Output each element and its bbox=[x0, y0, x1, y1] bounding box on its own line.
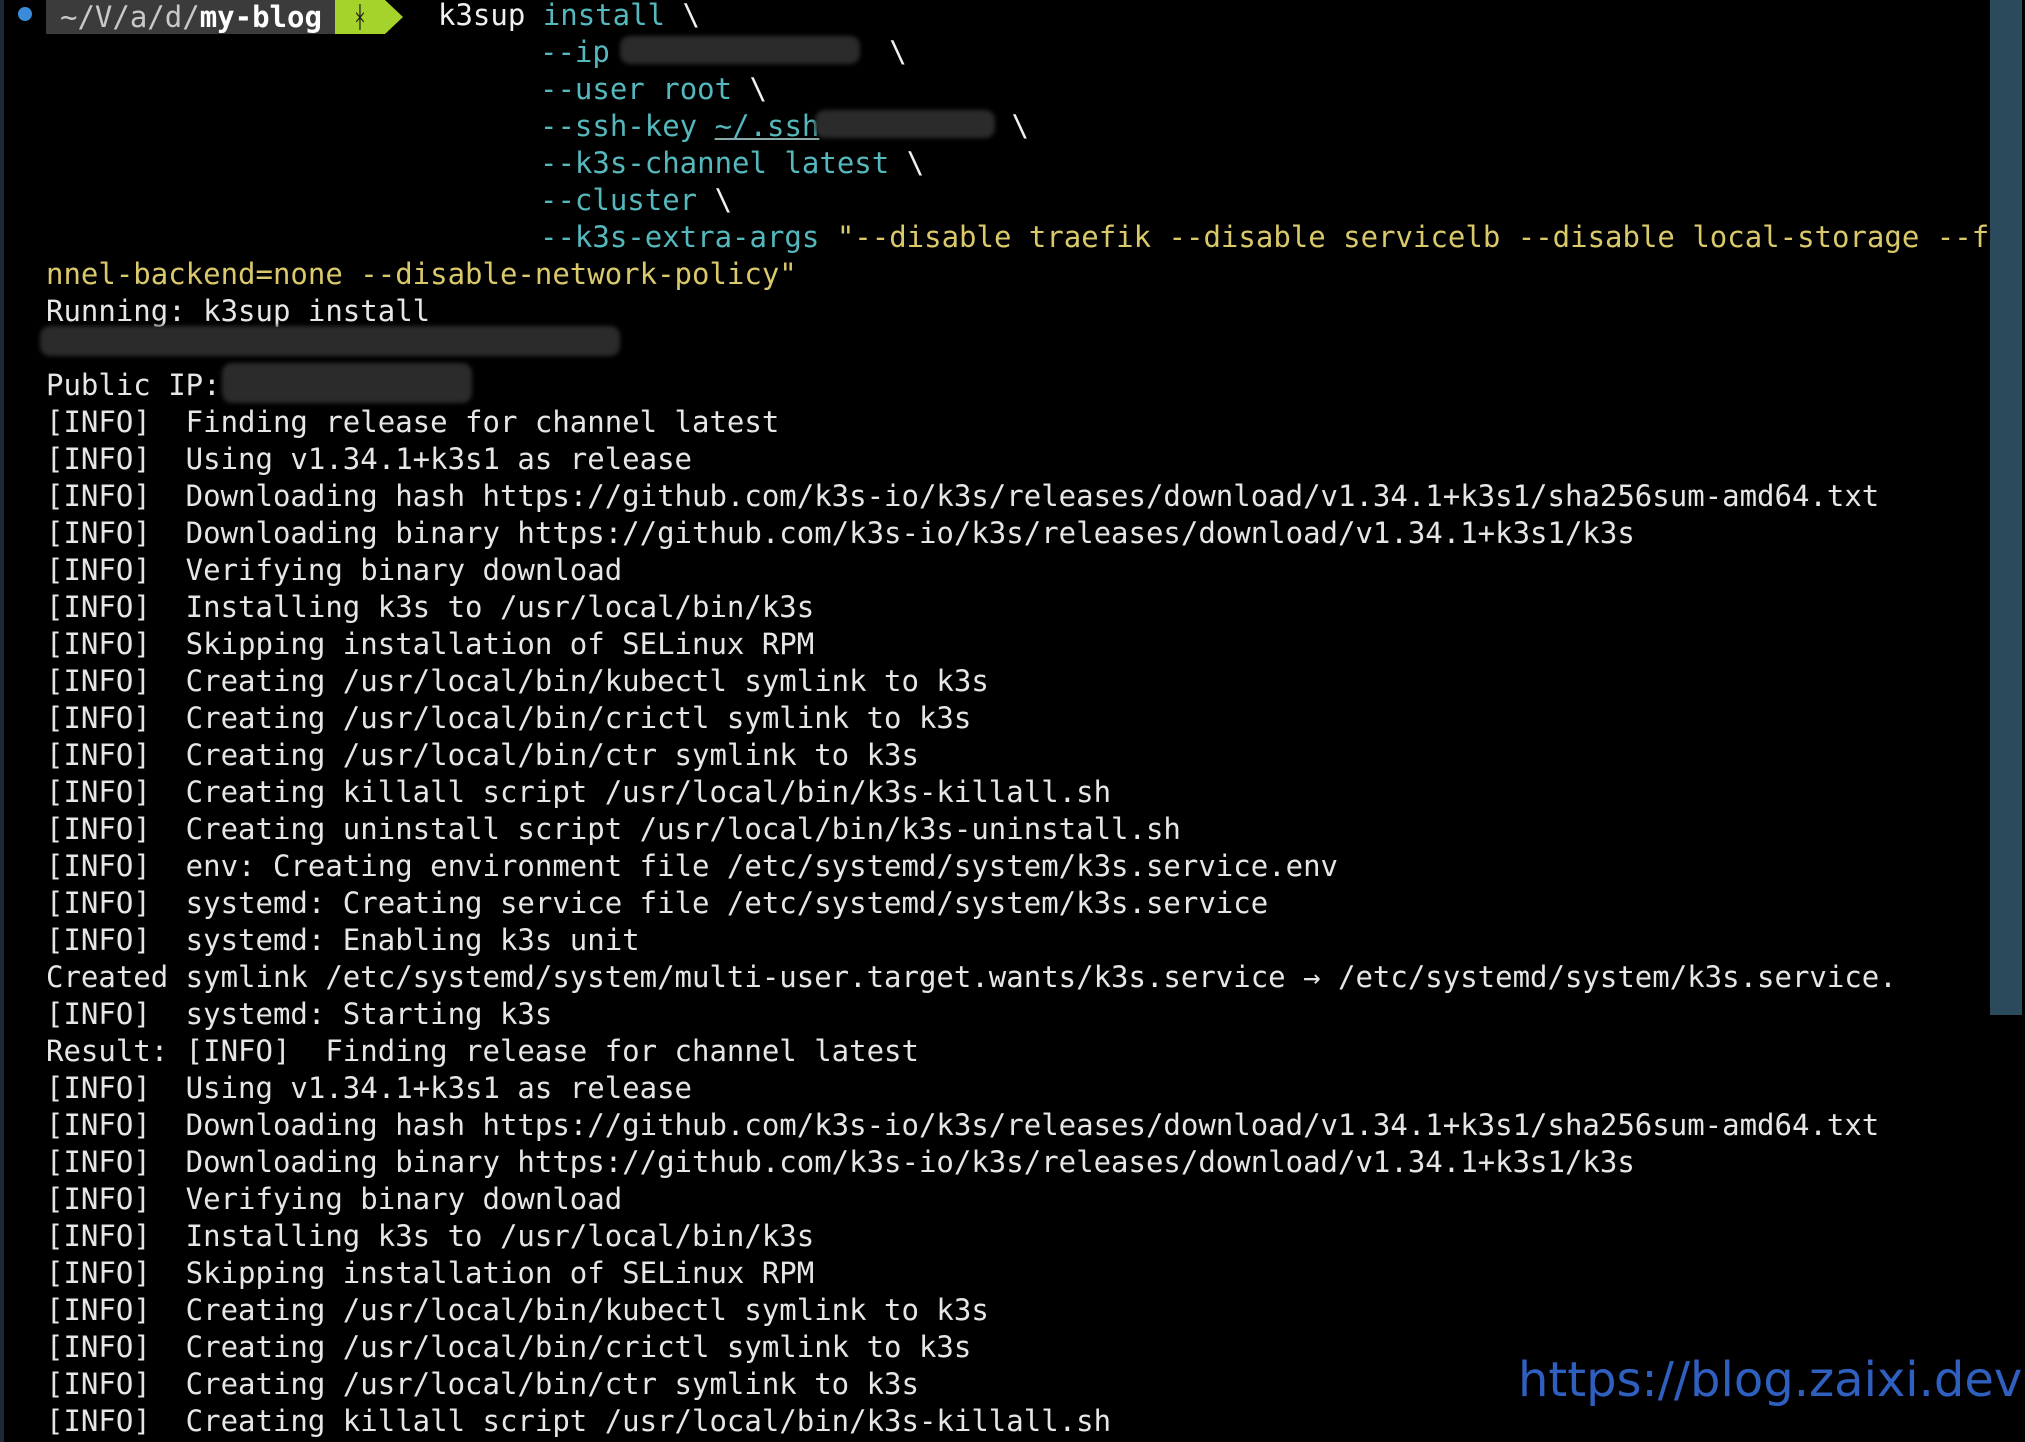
extra-args-value: "--disable traefik --disable servicelb -… bbox=[836, 220, 2025, 254]
prompt-separator-icon bbox=[385, 0, 403, 34]
log-line: [INFO] Creating /usr/local/bin/kubectl s… bbox=[46, 664, 989, 698]
log-line: [INFO] systemd: Creating service file /e… bbox=[46, 886, 1269, 920]
channel-value: latest bbox=[784, 146, 890, 180]
line-continuation: \ bbox=[682, 0, 700, 32]
scrollbar[interactable] bbox=[1990, 0, 2022, 1015]
log-line: [INFO] Installing k3s to /usr/local/bin/… bbox=[46, 590, 815, 624]
log-line: [INFO] env: Creating environment file /e… bbox=[46, 849, 1339, 883]
channel-flag: --k3s-channel bbox=[540, 146, 767, 180]
log-line: [INFO] systemd: Enabling k3s unit bbox=[46, 923, 640, 957]
log-line: [INFO] systemd: Starting k3s bbox=[46, 997, 553, 1031]
line-continuation: \ bbox=[749, 72, 768, 106]
extra-args-value-wrap: nnel-backend=none --disable-network-poli… bbox=[46, 257, 797, 291]
line-continuation: \ bbox=[714, 183, 733, 217]
log-line: [INFO] Downloading binary https://github… bbox=[46, 516, 1635, 550]
redacted-output bbox=[40, 326, 620, 356]
log-line: [INFO] Creating /usr/local/bin/crictl sy… bbox=[46, 701, 972, 735]
sshkey-value: ~/.ssh bbox=[714, 109, 820, 143]
log-line: [INFO] Creating /usr/local/bin/kubectl s… bbox=[46, 1293, 989, 1327]
log-line: [INFO] Verifying binary download bbox=[46, 1182, 623, 1216]
cluster-flag: --cluster bbox=[540, 183, 698, 217]
log-line: [INFO] Downloading hash https://github.c… bbox=[46, 479, 1880, 513]
output-public-ip: Public IP: bbox=[46, 368, 221, 402]
command-line-1: k3sup install \ bbox=[438, 0, 700, 34]
prompt-path-dir: my-blog bbox=[199, 0, 322, 34]
line-continuation: \ bbox=[889, 35, 907, 69]
line-continuation: \ bbox=[1011, 109, 1029, 143]
command-subcommand: install bbox=[542, 0, 665, 32]
command-program: k3sup bbox=[438, 0, 526, 32]
log-line: [INFO] Installing k3s to /usr/local/bin/… bbox=[46, 1219, 815, 1253]
log-line: [INFO] Creating killall script /usr/loca… bbox=[46, 775, 1112, 809]
log-line: [INFO] Using v1.34.1+k3s1 as release bbox=[46, 442, 693, 476]
prompt-path-prefix: ~/V/a/d/ bbox=[60, 0, 200, 34]
log-line: [INFO] Downloading binary https://github… bbox=[46, 1145, 1635, 1179]
log-line: [INFO] Skipping installation of SELinux … bbox=[46, 627, 815, 661]
log-line: [INFO] Finding release for channel lates… bbox=[46, 405, 780, 439]
output-running: Running: k3sup install bbox=[46, 294, 431, 328]
command-arg-cluster: --cluster \ bbox=[540, 182, 732, 219]
command-arg-extra-wrap: nnel-backend=none --disable-network-poli… bbox=[46, 256, 797, 293]
ip-flag: --ip bbox=[540, 35, 610, 69]
redacted-ip bbox=[620, 36, 860, 64]
log-line: [INFO] Creating uninstall script /usr/lo… bbox=[46, 812, 1181, 846]
line-continuation: \ bbox=[906, 146, 925, 180]
terminal-window[interactable]: ~/V/a/d/my-blog ᚼ k3sup install \ --ip \… bbox=[0, 0, 2025, 1442]
prompt-status-dot bbox=[18, 7, 32, 21]
window-left-edge bbox=[0, 0, 4, 1442]
user-value: root bbox=[662, 72, 733, 106]
redacted-sshkey bbox=[815, 110, 995, 138]
log-line: [INFO] Creating killall script /usr/loca… bbox=[46, 1404, 1112, 1438]
command-arg-channel: --k3s-channel latest \ bbox=[540, 145, 924, 182]
command-arg-user: --user root \ bbox=[540, 71, 767, 108]
user-flag: --user bbox=[540, 72, 645, 106]
command-arg-extra: --k3s-extra-args "--disable traefik --di… bbox=[540, 219, 2024, 256]
log-line: [INFO] Creating /usr/local/bin/ctr symli… bbox=[46, 1367, 919, 1401]
sshkey-flag: --ssh-key bbox=[540, 109, 698, 143]
extra-args-flag: --k3s-extra-args bbox=[540, 220, 820, 254]
watermark: https://blog.zaixi.dev bbox=[1518, 1352, 2023, 1408]
log-line: [INFO] Creating /usr/local/bin/crictl sy… bbox=[46, 1330, 972, 1364]
log-line: Result: [INFO] Finding release for chann… bbox=[46, 1034, 919, 1068]
redacted-public-ip bbox=[222, 363, 472, 403]
log-line: Created symlink /etc/systemd/system/mult… bbox=[46, 960, 1897, 994]
log-line: [INFO] Downloading hash https://github.c… bbox=[46, 1108, 1880, 1142]
log-line: [INFO] Verifying binary download bbox=[46, 553, 623, 587]
log-line: [INFO] Creating /usr/local/bin/ctr symli… bbox=[46, 738, 919, 772]
git-glyph: ᚼ bbox=[351, 0, 369, 34]
log-line: [INFO] Skipping installation of SELinux … bbox=[46, 1256, 815, 1290]
prompt-path-segment: ~/V/a/d/my-blog bbox=[46, 0, 336, 34]
log-line: [INFO] Using v1.34.1+k3s1 as release bbox=[46, 1071, 693, 1105]
git-branch-icon: ᚼ bbox=[335, 0, 385, 34]
